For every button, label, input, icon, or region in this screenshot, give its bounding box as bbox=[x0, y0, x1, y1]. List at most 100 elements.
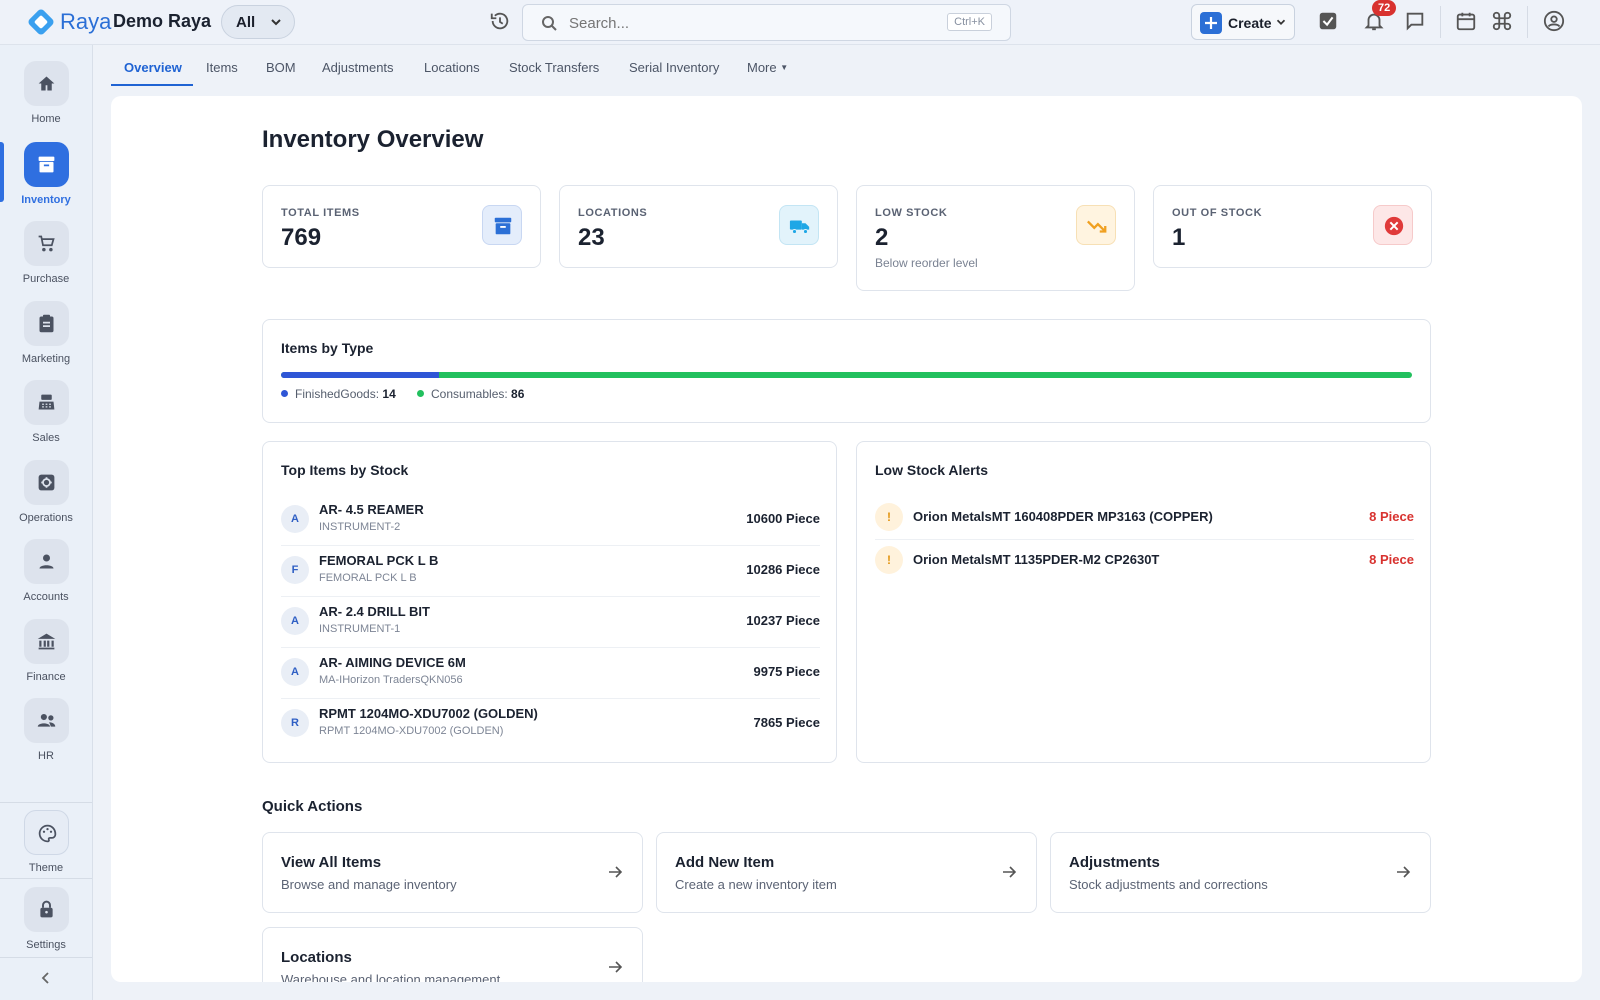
page-title: Inventory Overview bbox=[262, 126, 484, 153]
caret-down-icon: ▼ bbox=[780, 63, 789, 72]
org-name[interactable]: Demo Raya bbox=[113, 11, 211, 32]
quick-action-view-all-items[interactable]: View All Items Browse and manage invento… bbox=[262, 832, 643, 913]
item-code: RPMT 1204MO-XDU7002 (GOLDEN) bbox=[319, 725, 504, 737]
history-icon[interactable] bbox=[489, 10, 511, 32]
tab-locations[interactable]: Locations bbox=[424, 60, 480, 75]
arrow-right-icon bbox=[1397, 866, 1411, 878]
search-input[interactable] bbox=[569, 11, 929, 35]
tab-more[interactable]: More ▼ bbox=[747, 60, 788, 75]
table-row[interactable]: A AR- AIMING DEVICE 6M MA-IHorizon Trade… bbox=[281, 648, 820, 699]
stat-card-locations[interactable]: LOCATIONS 23 bbox=[559, 185, 838, 268]
tab-adjustments[interactable]: Adjustments bbox=[322, 60, 394, 75]
sidebar-item-theme[interactable]: Theme bbox=[0, 810, 92, 884]
sidebar-item-finance[interactable]: Finance bbox=[0, 619, 92, 693]
notification-badge: 72 bbox=[1372, 0, 1397, 16]
alert-row[interactable]: ! Orion MetalsMT 1135PDER-M2 CP2630T 8 P… bbox=[875, 540, 1414, 583]
item-avatar: F bbox=[281, 556, 309, 584]
chat-icon[interactable] bbox=[1404, 10, 1426, 32]
tab-overview[interactable]: Overview bbox=[124, 60, 182, 75]
alert-row[interactable]: ! Orion MetalsMT 160408PDER MP3163 (COPP… bbox=[875, 497, 1414, 540]
stat-icon-box bbox=[482, 205, 522, 245]
archive-icon bbox=[494, 217, 512, 235]
accounts-button[interactable] bbox=[24, 539, 69, 584]
legend-label: FinishedGoods bbox=[295, 387, 376, 401]
sidebar-item-accounts[interactable]: Accounts bbox=[0, 539, 92, 613]
create-button[interactable]: Create bbox=[1191, 4, 1295, 40]
sidebar-item-settings[interactable]: Settings bbox=[0, 887, 92, 961]
alert-item-name: Orion MetalsMT 160408PDER MP3163 (COPPER… bbox=[913, 509, 1213, 524]
alert-quantity: 8 Piece bbox=[1369, 509, 1414, 524]
stat-card-total-items[interactable]: TOTAL ITEMS 769 bbox=[262, 185, 541, 268]
finance-button[interactable] bbox=[24, 619, 69, 664]
create-label: Create bbox=[1228, 15, 1272, 31]
operations-button[interactable] bbox=[24, 460, 69, 505]
sidebar: Home Inventory Purchase Marketing Sales … bbox=[0, 45, 93, 1000]
item-name: FEMORAL PCK L B bbox=[319, 553, 439, 568]
command-icon[interactable] bbox=[1491, 10, 1513, 32]
hr-button[interactable] bbox=[24, 698, 69, 743]
item-name: AR- 2.4 DRILL BIT bbox=[319, 604, 430, 619]
stat-value: 769 bbox=[281, 224, 322, 251]
sidebar-item-label: Inventory bbox=[21, 194, 71, 206]
theme-button[interactable] bbox=[24, 810, 69, 855]
collapse-sidebar-icon[interactable] bbox=[38, 970, 54, 986]
plus-icon bbox=[1200, 12, 1222, 34]
settings-button[interactable] bbox=[24, 887, 69, 932]
sidebar-item-operations[interactable]: Operations bbox=[0, 460, 92, 534]
arrow-right-icon bbox=[609, 961, 623, 973]
sidebar-item-hr[interactable]: HR bbox=[0, 698, 92, 772]
home-button[interactable] bbox=[24, 61, 69, 106]
stat-label: TOTAL ITEMS bbox=[281, 207, 360, 219]
purchase-button[interactable] bbox=[24, 221, 69, 266]
table-row[interactable]: A AR- 4.5 REAMER INSTRUMENT-2 10600 Piec… bbox=[281, 495, 820, 546]
item-quantity: 10600 Piece bbox=[746, 511, 820, 526]
stat-value: 23 bbox=[578, 224, 605, 251]
gear-icon bbox=[38, 474, 55, 491]
x-circle-icon bbox=[1384, 216, 1404, 236]
quick-action-desc: Create a new inventory item bbox=[675, 877, 837, 892]
sales-button[interactable] bbox=[24, 380, 69, 425]
quick-action-add-new-item[interactable]: Add New Item Create a new inventory item bbox=[656, 832, 1037, 913]
tab-more-label: More bbox=[747, 60, 777, 75]
search-box[interactable]: Ctrl+K bbox=[522, 4, 1011, 41]
tab-bom[interactable]: BOM bbox=[266, 60, 296, 75]
legend-label: Consumables bbox=[431, 387, 505, 401]
quick-action-desc: Browse and manage inventory bbox=[281, 877, 457, 892]
sidebar-item-purchase[interactable]: Purchase bbox=[0, 221, 92, 295]
item-name: AR- AIMING DEVICE 6M bbox=[319, 655, 466, 670]
tab-stock-transfers[interactable]: Stock Transfers bbox=[509, 60, 599, 75]
sidebar-item-inventory[interactable]: Inventory bbox=[0, 142, 92, 216]
sidebar-item-label: Marketing bbox=[21, 353, 71, 365]
scope-dropdown[interactable]: All bbox=[221, 5, 295, 39]
sidebar-item-sales[interactable]: Sales bbox=[0, 380, 92, 454]
quick-action-locations[interactable]: Locations Warehouse and location managem… bbox=[262, 927, 643, 982]
quick-action-adjustments[interactable]: Adjustments Stock adjustments and correc… bbox=[1050, 832, 1431, 913]
register-icon bbox=[38, 394, 55, 410]
quick-action-desc: Stock adjustments and corrections bbox=[1069, 877, 1268, 892]
search-icon bbox=[542, 16, 557, 31]
table-row[interactable]: R RPMT 1204MO-XDU7002 (GOLDEN) RPMT 1204… bbox=[281, 699, 820, 750]
calendar-icon[interactable] bbox=[1455, 10, 1477, 32]
item-avatar: A bbox=[281, 658, 309, 686]
sidebar-item-marketing[interactable]: Marketing bbox=[0, 301, 92, 375]
inventory-button[interactable] bbox=[24, 142, 69, 187]
user-account-icon[interactable] bbox=[1543, 10, 1565, 32]
stat-label: LOW STOCK bbox=[875, 207, 948, 219]
marketing-button[interactable] bbox=[24, 301, 69, 346]
legend-dot bbox=[417, 390, 424, 397]
tasks-check-icon[interactable] bbox=[1317, 10, 1339, 32]
stat-card-low-stock[interactable]: LOW STOCK 2 Below reorder level bbox=[856, 185, 1135, 291]
legend-consumables: Consumables: 86 bbox=[417, 387, 524, 401]
stat-card-out-of-stock[interactable]: OUT OF STOCK 1 bbox=[1153, 185, 1432, 268]
inventory-icon bbox=[38, 156, 55, 173]
tab-serial-inventory[interactable]: Serial Inventory bbox=[629, 60, 719, 75]
sidebar-item-home[interactable]: Home bbox=[0, 61, 92, 135]
tab-items[interactable]: Items bbox=[206, 60, 238, 75]
table-row[interactable]: A AR- 2.4 DRILL BIT INSTRUMENT-1 10237 P… bbox=[281, 597, 820, 648]
person-icon bbox=[39, 554, 54, 569]
table-row[interactable]: F FEMORAL PCK L B FEMORAL PCK L B 10286 … bbox=[281, 546, 820, 597]
legend-value: 86 bbox=[511, 387, 525, 401]
item-code: FEMORAL PCK L B bbox=[319, 572, 417, 584]
sidebar-item-label: Home bbox=[31, 113, 61, 125]
legend-value: 14 bbox=[382, 387, 396, 401]
